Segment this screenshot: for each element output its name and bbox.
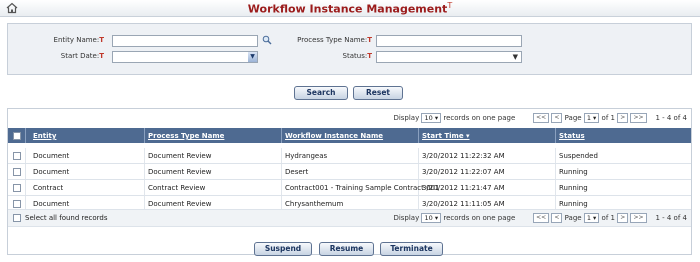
entity-name-input[interactable] xyxy=(112,35,258,47)
title-bar: Workflow Instance ManagementT xyxy=(0,0,700,17)
per-page-select[interactable]: 10 ▾ xyxy=(421,213,442,223)
cell-status: Suspended xyxy=(559,152,598,160)
column-start-time[interactable]: Start Time ▾ xyxy=(422,132,470,140)
cell-status: Running xyxy=(559,184,588,192)
page-select[interactable]: 1 ▾ xyxy=(583,213,600,223)
resume-button[interactable]: Resume xyxy=(319,242,374,256)
cell-process-type: Contract Review xyxy=(148,184,206,192)
table-row[interactable]: Document Document Review Hydrangeas 3/20… xyxy=(8,148,691,164)
column-status[interactable]: Status xyxy=(559,132,585,140)
reset-button[interactable]: Reset xyxy=(353,86,403,100)
suspend-button[interactable]: Suspend xyxy=(254,242,312,256)
row-checkbox[interactable] xyxy=(13,184,21,192)
column-process-type-name[interactable]: Process Type Name xyxy=(148,132,224,140)
terminate-button[interactable]: Terminate xyxy=(380,242,443,256)
chevron-down-icon: ▼ xyxy=(512,53,518,61)
search-icon[interactable] xyxy=(262,35,272,45)
cell-entity: Document xyxy=(33,152,70,160)
record-range: 1 - 4 of 4 xyxy=(655,114,687,122)
cell-start-time: 3/20/2012 11:22:32 AM xyxy=(422,152,505,160)
cell-process-type: Document Review xyxy=(148,168,212,176)
first-page-button[interactable]: << xyxy=(533,213,550,223)
cell-entity: Contract xyxy=(33,184,64,192)
row-checkbox[interactable] xyxy=(13,168,21,176)
page-title-text: Workflow Instance Management xyxy=(247,2,448,16)
results-grid: Display 10 ▾ records on one page << < Pa… xyxy=(7,108,692,255)
page-title: Workflow Instance ManagementT xyxy=(0,1,700,16)
page-count: of 1 xyxy=(601,114,615,122)
cell-instance-name[interactable]: Desert xyxy=(285,168,308,176)
required-mark: T xyxy=(447,1,453,10)
cell-status: Running xyxy=(559,200,588,208)
next-page-button[interactable]: > xyxy=(617,213,629,223)
cell-start-time: 3/20/2012 11:22:07 AM xyxy=(422,168,505,176)
pager-top: Display 10 ▾ records on one page << < Pa… xyxy=(393,113,687,123)
page-select[interactable]: 1 ▾ xyxy=(583,113,600,123)
cell-instance-name[interactable]: Chrysanthemum xyxy=(285,200,343,208)
entity-name-label: Entity Name:T xyxy=(53,36,104,44)
pager-display-label: Display xyxy=(393,114,420,122)
cell-process-type: Document Review xyxy=(148,200,212,208)
last-page-button[interactable]: >> xyxy=(630,213,647,223)
record-range: 1 - 4 of 4 xyxy=(655,214,687,222)
table-footer: Select all found records Display 10 ▾ re… xyxy=(8,209,691,227)
table-row[interactable]: Contract Contract Review Contract001 - T… xyxy=(8,180,691,196)
per-page-select[interactable]: 10 ▾ xyxy=(421,113,442,123)
pager-display-label: Display xyxy=(393,214,420,222)
status-select[interactable]: ▼ xyxy=(376,51,522,63)
sort-desc-icon: ▾ xyxy=(466,132,470,140)
cell-entity: Document xyxy=(33,200,70,208)
cell-entity: Document xyxy=(33,168,70,176)
last-page-button[interactable]: >> xyxy=(630,113,647,123)
row-checkbox[interactable] xyxy=(13,152,21,160)
pager-bottom: Display 10 ▾ records on one page << < Pa… xyxy=(393,213,687,223)
select-all-found-label: Select all found records xyxy=(25,214,108,222)
cell-process-type: Document Review xyxy=(148,152,212,160)
row-checkbox[interactable] xyxy=(13,200,21,208)
records-per-page-label: records on one page xyxy=(443,114,516,122)
next-page-button[interactable]: > xyxy=(617,113,629,123)
page-count: of 1 xyxy=(601,214,615,222)
page-label: Page xyxy=(564,114,582,122)
first-page-button[interactable]: << xyxy=(533,113,550,123)
cell-status: Running xyxy=(559,168,588,176)
search-button[interactable]: Search xyxy=(294,86,348,100)
cell-instance-name[interactable]: Contract001 - Training Sample Contract 0… xyxy=(285,184,439,192)
prev-page-button[interactable]: < xyxy=(551,213,563,223)
prev-page-button[interactable]: < xyxy=(551,113,563,123)
process-type-name-input[interactable] xyxy=(376,35,522,47)
table-header: Entity Process Type Name Workflow Instan… xyxy=(8,128,691,143)
status-label: Status:T xyxy=(342,52,372,60)
cell-start-time: 3/20/2012 11:21:47 AM xyxy=(422,184,505,192)
start-date-select[interactable]: ▼ xyxy=(112,51,258,63)
cell-instance-name[interactable]: Hydrangeas xyxy=(285,152,327,160)
column-workflow-instance-name[interactable]: Workflow Instance Name xyxy=(285,132,383,140)
select-all-found-checkbox[interactable] xyxy=(13,214,21,222)
start-date-label: Start Date:T xyxy=(60,52,104,60)
process-type-name-label: Process Type Name:T xyxy=(297,36,372,44)
filter-panel: Entity Name:T Process Type Name:T Start … xyxy=(7,23,692,75)
table-row[interactable]: Document Document Review Desert 3/20/201… xyxy=(8,164,691,180)
cell-start-time: 3/20/2012 11:11:05 AM xyxy=(422,200,505,208)
chevron-down-icon: ▼ xyxy=(248,52,257,62)
select-all-checkbox-header[interactable] xyxy=(13,132,21,140)
column-entity[interactable]: Entity xyxy=(33,132,56,140)
page-label: Page xyxy=(564,214,582,222)
records-per-page-label: records on one page xyxy=(443,214,516,222)
